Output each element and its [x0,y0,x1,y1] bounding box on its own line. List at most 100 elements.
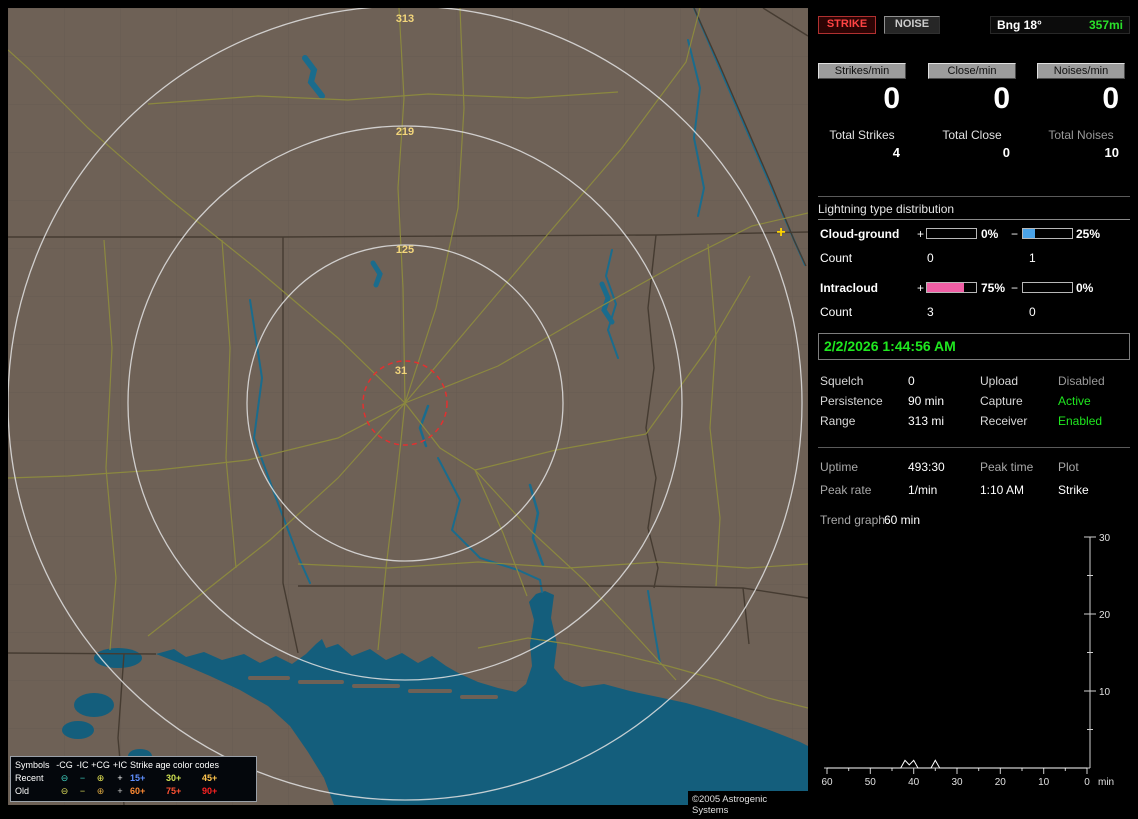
cloud-ground-minus-bar [1022,228,1073,239]
trend-graph-label: Trend graph [820,513,885,527]
peak-time-label: Peak time [980,460,1034,474]
age-15-label: 15+ [130,773,146,783]
y-tick-30: 30 [1099,533,1111,544]
ring-label-313: 313 [396,13,414,25]
close-per-min-header: Close/min [928,63,1016,79]
intracloud-minus-count: 0 [1029,305,1036,319]
noises-per-min-value: 0 [1102,82,1119,115]
range-value: 313 mi [908,414,945,428]
legend-col-pos-ic: +IC [112,760,128,770]
legend-age-title: Strike age color codes [130,760,220,770]
cloud-ground-minus-count: 1 [1029,251,1036,265]
cloud-ground-minus-fill [1023,229,1036,238]
peak-rate-row: Peak rate 1/min 1:10 AM Strike [818,483,1130,503]
close-column: Close/min 0 Total Close 0 [928,63,1016,160]
right-panel: STRIKE NOISE Bng 18° 357mi Strikes/min 0… [818,0,1138,812]
noise-toggle-button[interactable]: NOISE [884,16,940,34]
divider [818,196,1130,197]
minus-sign: − [1011,281,1019,295]
x-tick-30: 30 [951,777,963,788]
intracloud-row: Intracloud + 75% − 0% [818,281,1130,296]
map-legend: Symbols -CG -IC +CG +IC Strike age color… [10,756,257,802]
x-axis-ticks [826,768,1088,774]
squelch-upload-row: Squelch 0 Upload Disabled [818,374,1130,394]
uptime-label: Uptime [820,460,859,474]
intracloud-minus-pct: 0% [1076,281,1094,295]
cloud-ground-plus-count: 0 [927,251,934,265]
peak-time-value: 1:10 AM [980,483,1025,497]
bearing-label: Bng 18° [997,18,1042,32]
x-tick-40: 40 [908,777,920,788]
legend-col-neg-ic: -IC [76,760,89,770]
plot-label: Plot [1058,460,1079,474]
total-noises-value: 10 [1104,145,1119,160]
uptime-row: Uptime 493:30 Peak time Plot [818,460,1130,480]
ring-label-125: 125 [396,244,414,256]
peak-rate-label: Peak rate [820,483,872,497]
cloud-ground-count-row: Count 0 1 [818,251,1130,265]
uptime-value: 493:30 [908,460,945,474]
pos-ic-old-icon: + [117,786,123,796]
cloud-ground-minus-pct: 25% [1076,227,1101,241]
lightning-map: + 313 219 125 31 [8,8,808,805]
strike-toggle-button[interactable]: STRIKE [818,16,876,34]
count-label: Count [820,251,853,265]
intracloud-plus-pct: 75% [981,281,1006,295]
copyright-notice: ©2005 Astrogenic Systems [688,791,810,819]
noises-column: Noises/min 0 Total Noises 10 [1037,63,1125,160]
x-tick-20: 20 [995,777,1007,788]
x-axis-unit: min [1098,777,1114,788]
intracloud-plus-fill [927,283,964,292]
persistence-value: 90 min [908,394,945,408]
intracloud-count-row: Count 3 0 [818,305,1130,319]
ring-label-219: 219 [396,126,414,138]
plot-value: Strike [1058,483,1089,497]
x-tick-50: 50 [865,777,877,788]
persistence-capture-row: Persistence 90 min Capture Active [818,394,1130,414]
x-tick-10: 10 [1038,777,1050,788]
legend-row-recent: Recent ⊖ − ⊕ + 15+ 30+ 45+ [15,772,252,785]
range-label: Range [820,414,856,428]
neg-cg-old-icon: ⊖ [60,786,69,796]
total-close-label: Total Close [942,128,1002,142]
total-noises-label: Total Noises [1048,128,1114,142]
datetime-display: 2/2/2026 1:44:56 AM [818,333,1130,360]
cloud-ground-plus-bar [926,228,977,239]
count-label: Count [820,305,853,319]
total-strikes-label: Total Strikes [829,128,895,142]
divider [818,447,1130,448]
peak-rate-value: 1/min [908,483,938,497]
squelch-value: 0 [908,374,915,388]
x-tick-0: 0 [1084,777,1090,788]
cloud-ground-label: Cloud-ground [820,227,900,241]
y-tick-10: 10 [1099,687,1111,698]
ring-label-31: 31 [395,365,407,377]
trend-window-value: 60 min [884,513,921,527]
total-strikes-value: 4 [892,145,900,160]
legend-recent-label: Recent [15,773,44,783]
upload-status: Disabled [1058,374,1105,388]
neg-cg-recent-icon: ⊖ [60,773,69,783]
minus-sign: − [1011,227,1019,241]
x-tick-60: 60 [821,777,833,788]
intracloud-plus-bar [926,282,977,293]
strikes-column: Strikes/min 0 Total Strikes 4 [818,63,906,160]
distribution-title: Lightning type distribution [818,202,1130,220]
age-45-label: 45+ [202,773,218,783]
legend-old-label: Old [15,786,30,796]
strikes-per-min-value: 0 [883,82,900,115]
plus-sign: + [917,227,925,241]
neg-ic-recent-icon: − [79,773,86,783]
legend-col-pos-cg: +CG [91,760,110,770]
capture-status: Active [1058,394,1091,408]
receiver-status: Enabled [1058,414,1103,428]
age-30-label: 30+ [166,773,182,783]
pos-ic-recent-icon: + [117,773,123,783]
bearing-distance: 357mi [1088,18,1123,32]
noises-per-min-header: Noises/min [1037,63,1125,79]
persistence-label: Persistence [820,394,883,408]
pos-cg-old-icon: ⊕ [96,786,105,796]
range-receiver-row: Range 313 mi Receiver Enabled [818,414,1130,434]
bearing-readout: Bng 18° 357mi [990,16,1130,34]
plus-sign: + [917,281,925,295]
